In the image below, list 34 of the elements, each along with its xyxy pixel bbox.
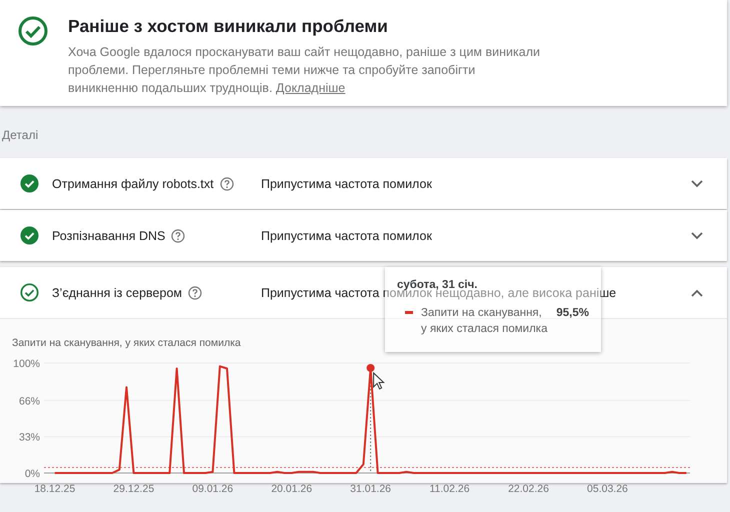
- check-circle-icon: [18, 16, 48, 46]
- help-icon[interactable]: [188, 286, 202, 300]
- row-title: Отримання файлу robots.txt: [52, 176, 214, 190]
- row-title: З’єднання із сервером: [52, 286, 182, 300]
- x-axis-label: 20.01.26: [271, 483, 312, 495]
- x-axis-label: 09.01.26: [192, 483, 234, 495]
- row-status: Припустима частота помилок: [261, 176, 432, 190]
- help-icon[interactable]: [171, 228, 186, 242]
- cursor-icon: [373, 372, 385, 390]
- y-axis-label: 0%: [24, 468, 40, 480]
- expand-chevron-icon[interactable]: [691, 180, 703, 188]
- expand-chevron-icon[interactable]: [691, 232, 703, 240]
- x-axis-label: 22.02.26: [508, 483, 549, 495]
- y-axis-label: 66%: [18, 395, 40, 408]
- row-status: Припустима частота помилок: [261, 228, 432, 242]
- x-axis-label: 05.03.26: [587, 483, 628, 495]
- summary-text: Хоча Google вдалося просканувати ваш сайт нещодавно, раніше з цим виникали проблеми. Перегляньте проблемні теми нижче та спробуйте запобігти виникненню подальших труднощів. Докладніше: [68, 44, 541, 97]
- series-swatch: [405, 311, 413, 314]
- row-title: Розпізнавання DNS: [52, 228, 166, 242]
- chart-title: Запити на сканування, у яких сталася помилка: [11, 337, 242, 349]
- tooltip-value: 95,5%: [556, 306, 589, 321]
- x-axis-label: 11.02.26: [430, 483, 470, 495]
- learn-more-link[interactable]: Докладніше: [276, 81, 346, 95]
- y-axis-label: 33%: [18, 432, 40, 444]
- collapse-chevron-icon[interactable]: [691, 288, 703, 296]
- tooltip-series-label: Запити на сканування, у яких сталася помилка: [421, 306, 548, 337]
- y-axis-label: 100%: [13, 358, 40, 370]
- help-icon[interactable]: [220, 176, 234, 190]
- x-axis-label: 29.12.25: [113, 483, 154, 495]
- details-label: Деталі: [1, 127, 40, 144]
- x-axis-label: 31.01.26: [350, 483, 392, 495]
- x-axis-label: 18.12.25: [34, 483, 76, 495]
- summary-title: Раніше з хостом виникали проблеми: [68, 16, 389, 37]
- hover-point: [366, 364, 375, 372]
